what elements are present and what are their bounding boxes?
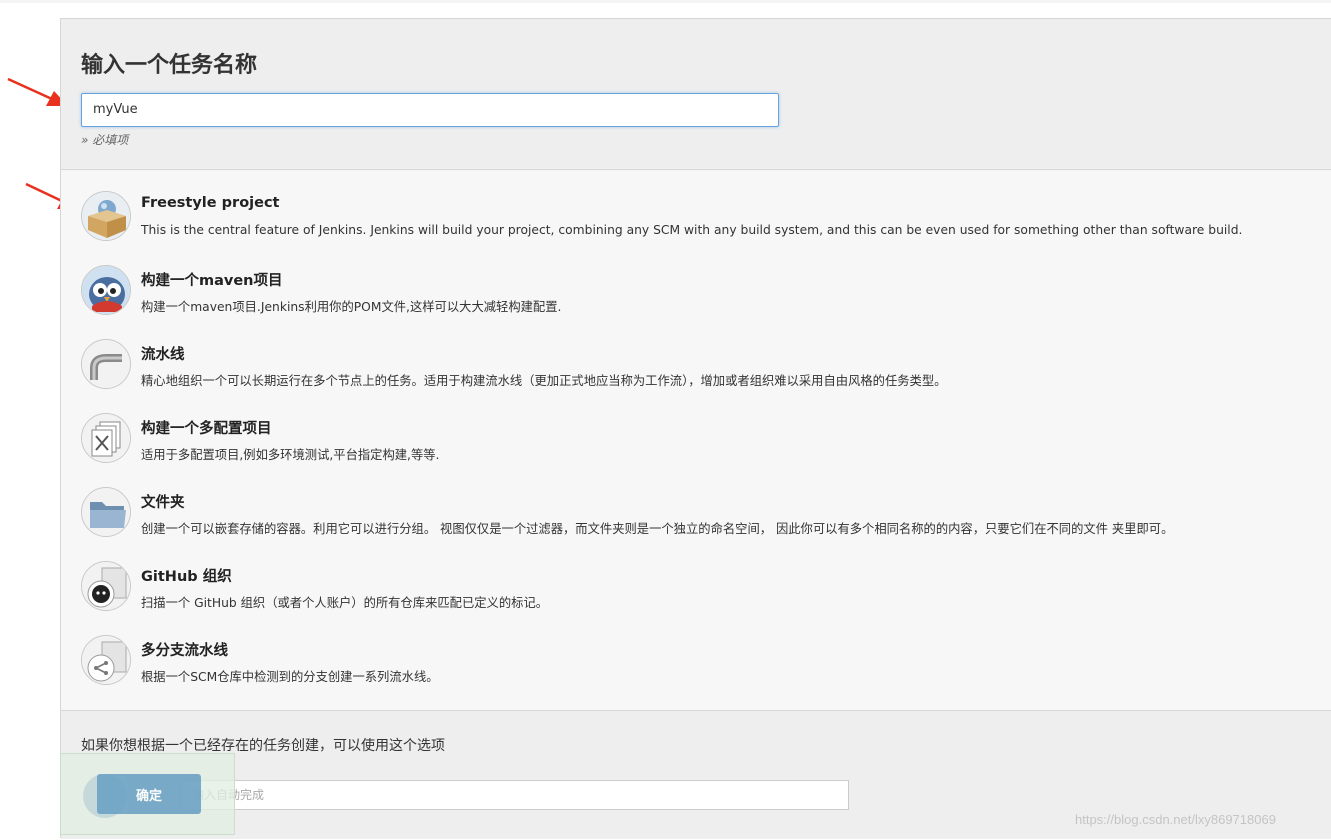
- type-title: 构建一个多配置项目: [141, 421, 272, 437]
- type-description: 根据一个SCM仓库中检测到的分支创建一系列流水线。: [141, 670, 439, 684]
- type-pipeline[interactable]: 流水线 精心地组织一个可以长期运行在多个节点上的任务。适用于构建流水线（更加正式…: [81, 319, 1321, 389]
- type-description: 精心地组织一个可以长期运行在多个节点上的任务。适用于构建流水线（更加正式地应当称…: [141, 374, 947, 388]
- type-title: 构建一个maven项目: [141, 273, 283, 289]
- type-github-organization[interactable]: GitHub 组织 扫描一个 GitHub 组织（或者个人账户）的所有仓库来匹配…: [81, 541, 1321, 611]
- type-description: 适用于多配置项目,例如多环境测试,平台指定构建,等等.: [141, 448, 440, 462]
- required-hint: » 必填项: [81, 133, 129, 147]
- multi-config-icon: [81, 413, 131, 463]
- watermark: https://blog.csdn.net/lxy869718069: [1075, 812, 1276, 827]
- freestyle-box-icon: [81, 191, 131, 241]
- project-type-list: Freestyle project This is the central fe…: [61, 171, 1331, 711]
- multibranch-icon: [81, 635, 131, 685]
- type-folder[interactable]: 文件夹 创建一个可以嵌套存储的容器。利用它可以进行分组。 视图仅仅是一个过滤器，…: [81, 467, 1321, 537]
- item-name-input[interactable]: myVue: [81, 93, 779, 127]
- type-title: 流水线: [141, 347, 185, 363]
- type-title: 文件夹: [141, 495, 185, 511]
- maven-owl-icon: [81, 265, 131, 315]
- type-description: 创建一个可以嵌套存储的容器。利用它可以进行分组。 视图仅仅是一个过滤器，而文件夹…: [141, 522, 1174, 536]
- type-description: This is the central feature of Jenkins. …: [141, 223, 1243, 237]
- ok-button[interactable]: 确定: [97, 774, 201, 814]
- bottom-button-bar: 确定: [60, 753, 235, 835]
- type-title: GitHub 组织: [141, 569, 232, 585]
- pipeline-pipe-icon: [81, 339, 131, 389]
- type-description: 扫描一个 GitHub 组织（或者个人账户）的所有仓库来匹配已定义的标记。: [141, 596, 549, 610]
- new-item-panel: 输入一个任务名称 myVue » 必填项 Freestyle project T…: [60, 18, 1331, 839]
- type-maven-project[interactable]: 构建一个maven项目 构建一个maven项目.Jenkins利用你的POM文件…: [81, 245, 1321, 315]
- type-multibranch-pipeline[interactable]: 多分支流水线 根据一个SCM仓库中检测到的分支创建一系列流水线。: [81, 615, 1321, 685]
- type-title: Freestyle project: [141, 195, 280, 211]
- type-description: 构建一个maven项目.Jenkins利用你的POM文件,这样可以大大减轻构建配…: [141, 300, 562, 314]
- type-freestyle-project[interactable]: Freestyle project This is the central fe…: [81, 171, 1321, 241]
- type-multi-configuration[interactable]: 构建一个多配置项目 适用于多配置项目,例如多环境测试,平台指定构建,等等.: [81, 393, 1321, 463]
- folder-icon: [81, 487, 131, 537]
- type-title: 多分支流水线: [141, 643, 228, 659]
- copy-from-label: 如果你想根据一个已经存在的任务创建，可以使用这个选项: [81, 738, 445, 754]
- top-divider: [0, 0, 1331, 3]
- github-octocat-icon: [81, 561, 131, 611]
- item-name-section: 输入一个任务名称 myVue » 必填项: [61, 19, 1331, 170]
- copy-from-input[interactable]: 输入自动完成: [181, 780, 849, 810]
- page-title: 输入一个任务名称: [81, 53, 258, 78]
